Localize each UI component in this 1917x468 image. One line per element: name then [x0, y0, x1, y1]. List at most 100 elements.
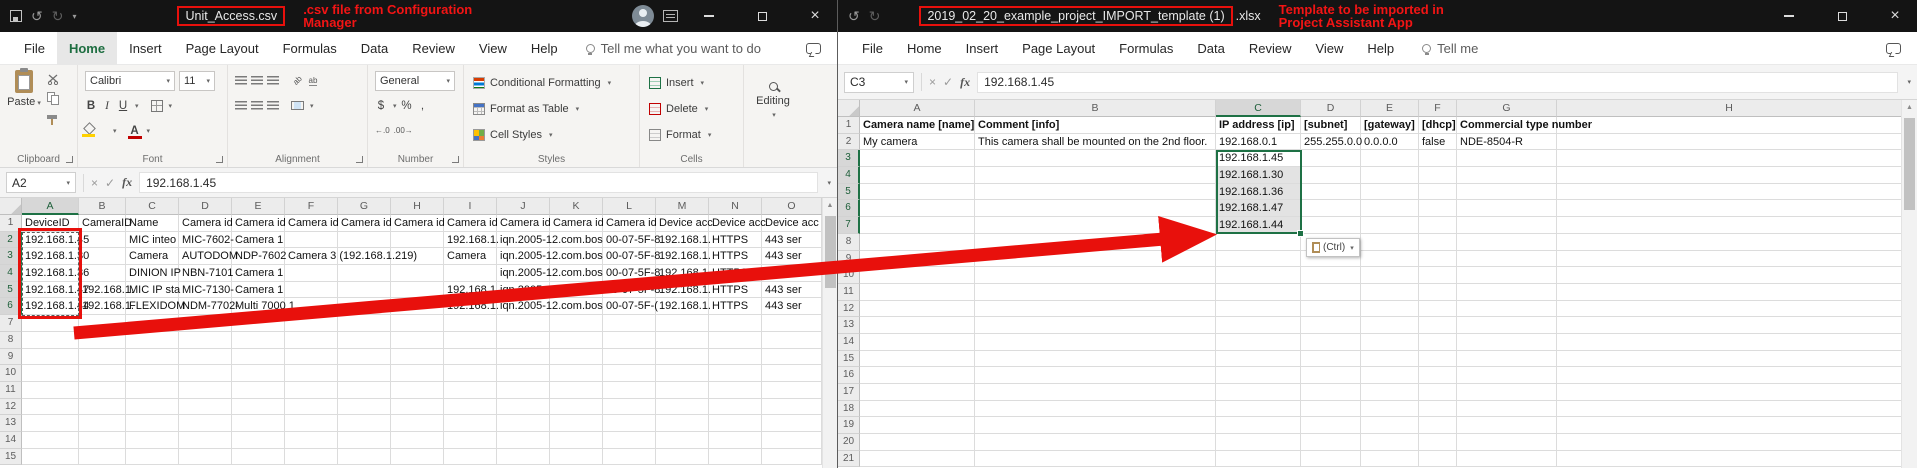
cell[interactable] — [975, 234, 1216, 251]
cell[interactable] — [391, 415, 444, 432]
cell[interactable] — [1557, 234, 1902, 251]
format-cells-button[interactable]: Format▾ — [647, 122, 738, 148]
alignment-dialog-launcher-icon[interactable] — [356, 156, 363, 163]
cell[interactable] — [709, 415, 762, 432]
cell[interactable] — [391, 232, 444, 249]
cell[interactable] — [285, 232, 338, 249]
cell[interactable] — [762, 365, 822, 382]
cell[interactable] — [79, 332, 126, 349]
cell[interactable] — [179, 382, 232, 399]
number-dialog-launcher-icon[interactable] — [452, 156, 459, 163]
row-number[interactable]: 14 — [838, 334, 860, 351]
cell[interactable] — [232, 399, 285, 416]
cell[interactable] — [1216, 401, 1301, 418]
cell[interactable] — [179, 349, 232, 366]
insert-cells-button[interactable]: Insert▾ — [647, 70, 738, 96]
cell[interactable] — [975, 184, 1216, 201]
cell[interactable] — [179, 399, 232, 416]
scrollbar-thumb[interactable] — [1904, 118, 1915, 210]
cell[interactable] — [497, 449, 550, 466]
cell[interactable] — [285, 265, 338, 282]
tell-me-search[interactable]: Tell me — [1422, 41, 1478, 56]
left-vertical-scrollbar[interactable]: ▲ — [822, 198, 837, 468]
align-right-button[interactable] — [267, 101, 279, 110]
cell[interactable] — [762, 449, 822, 466]
cell[interactable] — [1557, 384, 1902, 401]
cell[interactable] — [1419, 200, 1457, 217]
cell[interactable] — [338, 349, 391, 366]
clipboard-dialog-launcher-icon[interactable] — [66, 156, 73, 163]
percent-style-button[interactable]: % — [401, 100, 413, 112]
cell[interactable]: Camera id — [497, 215, 550, 232]
cell[interactable]: iqn.2005-12.com.bos — [497, 248, 550, 265]
cell[interactable] — [709, 382, 762, 399]
cell[interactable] — [1457, 451, 1557, 468]
cell[interactable] — [1419, 167, 1457, 184]
cell[interactable] — [1216, 334, 1301, 351]
enter-icon[interactable]: ✓ — [943, 75, 953, 89]
cell[interactable]: Commercial type number — [1457, 117, 1557, 134]
name-box[interactable]: C3▾ — [844, 72, 914, 93]
cell[interactable] — [1361, 351, 1419, 368]
cell[interactable] — [285, 449, 338, 466]
align-left-button[interactable] — [235, 101, 247, 110]
borders-button[interactable] — [151, 100, 163, 112]
cell[interactable] — [1557, 401, 1902, 418]
cell[interactable] — [1419, 401, 1457, 418]
cell[interactable] — [126, 449, 179, 466]
cell[interactable] — [1361, 301, 1419, 318]
cell[interactable] — [1216, 351, 1301, 368]
cell[interactable] — [79, 415, 126, 432]
cell[interactable] — [656, 449, 709, 466]
cell[interactable] — [1361, 401, 1419, 418]
cell[interactable] — [497, 365, 550, 382]
column-header[interactable]: M — [656, 198, 709, 215]
cell[interactable]: 192.168.1. — [656, 248, 709, 265]
cell[interactable] — [1457, 184, 1557, 201]
cell[interactable]: DeviceID — [22, 215, 79, 232]
row-number[interactable]: 5 — [0, 282, 22, 299]
column-header[interactable]: I — [444, 198, 497, 215]
cell[interactable] — [126, 399, 179, 416]
cell[interactable] — [1216, 301, 1301, 318]
cell[interactable] — [1216, 251, 1301, 268]
cell[interactable] — [1557, 184, 1902, 201]
column-header[interactable]: N — [709, 198, 762, 215]
cell[interactable] — [232, 315, 285, 332]
cell[interactable] — [1301, 367, 1361, 384]
row-number[interactable]: 6 — [838, 200, 860, 217]
cell[interactable] — [1361, 317, 1419, 334]
row-number[interactable]: 7 — [838, 217, 860, 234]
cell[interactable] — [550, 315, 603, 332]
cell[interactable] — [1361, 167, 1419, 184]
select-all-corner[interactable] — [0, 198, 22, 215]
cell[interactable] — [1457, 351, 1557, 368]
cell[interactable] — [444, 332, 497, 349]
tab-home[interactable]: Home — [57, 32, 117, 65]
cell[interactable] — [1301, 217, 1361, 234]
cell[interactable] — [1361, 184, 1419, 201]
cell[interactable] — [1419, 184, 1457, 201]
cell[interactable]: Camera 1 — [232, 265, 285, 282]
cell[interactable]: DINION IP — [126, 265, 179, 282]
cell[interactable]: iqn.2005-12.com.bos — [497, 265, 550, 282]
cell[interactable] — [860, 451, 975, 468]
cell[interactable] — [1216, 267, 1301, 284]
cell[interactable] — [338, 382, 391, 399]
cell[interactable]: My camera — [860, 134, 975, 151]
cell[interactable]: 192.168.1. — [444, 232, 497, 249]
cell[interactable] — [79, 449, 126, 466]
cell[interactable] — [1301, 434, 1361, 451]
cell[interactable]: [dhcp] — [1419, 117, 1457, 134]
cell[interactable] — [860, 184, 975, 201]
row-number[interactable]: 6 — [0, 298, 22, 315]
cell[interactable] — [709, 315, 762, 332]
cell[interactable]: Camera 1 — [232, 282, 285, 299]
cell[interactable] — [179, 449, 232, 466]
align-center-button[interactable] — [251, 101, 263, 110]
redo-icon[interactable]: ↻ — [52, 0, 64, 32]
cell[interactable] — [391, 265, 444, 282]
cell[interactable] — [232, 449, 285, 466]
cell[interactable] — [179, 432, 232, 449]
cell[interactable]: This camera shall be mounted on the 2nd … — [975, 134, 1216, 151]
